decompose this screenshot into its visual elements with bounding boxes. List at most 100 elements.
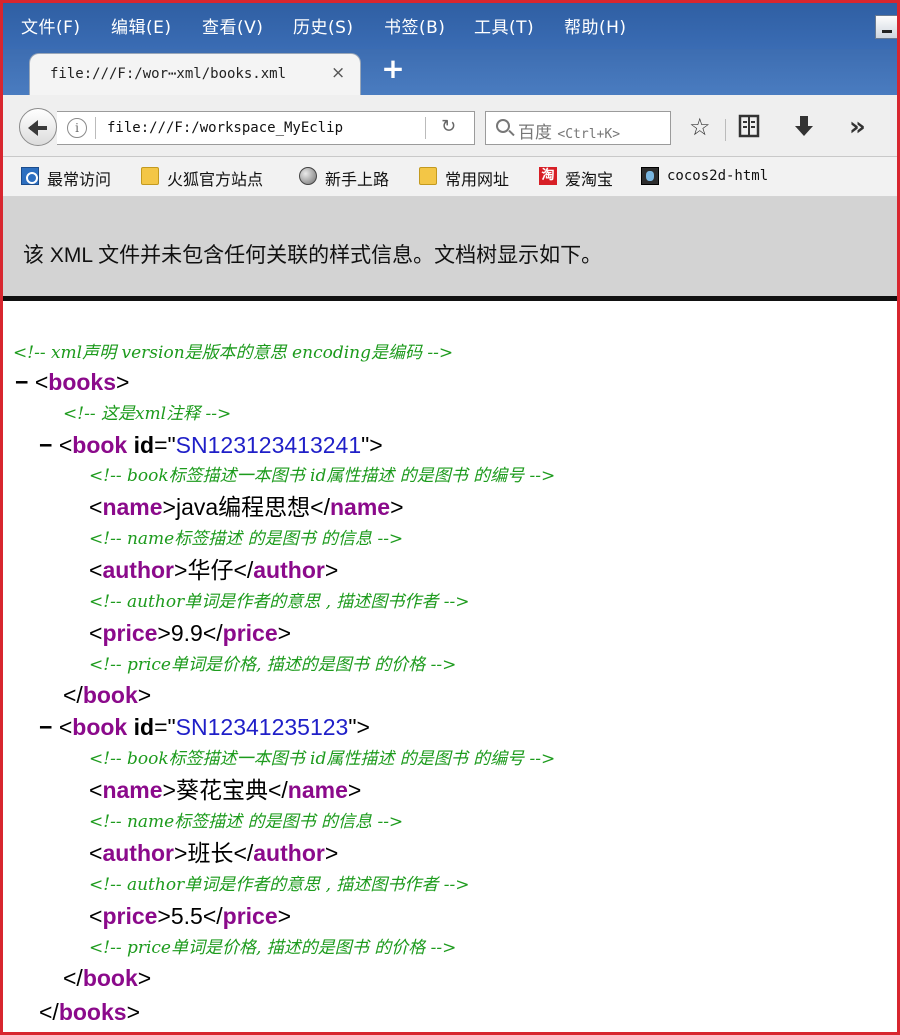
xml-comment: <!-- price单词是价格, 描述的是图书 的价格 --> — [89, 938, 457, 958]
xml-comment: <!-- name标签描述 的是图书 的信息 --> — [89, 529, 404, 549]
folder-icon — [141, 167, 159, 185]
attr-value: SN123123413241 — [175, 432, 362, 458]
folder-icon — [419, 167, 437, 185]
tag-name: price — [102, 620, 158, 646]
node-text: 9.9 — [170, 620, 203, 646]
search-icon — [496, 119, 510, 133]
search-shortcut: <Ctrl+K> — [557, 127, 621, 142]
tab-title: file:///F:/wor⋯xml/books.xml — [50, 66, 287, 82]
search-placeholder: 百度 <Ctrl+K> — [518, 118, 620, 143]
cocos-icon — [641, 167, 659, 185]
tag-name: author — [253, 557, 325, 583]
xml-node-books-open: − <books> — [15, 369, 130, 395]
info-icon[interactable]: i — [67, 118, 87, 138]
tab-books-xml[interactable]: file:///F:/wor⋯xml/books.xml × — [29, 53, 361, 95]
xml-comment: <!-- 这是xml注释 --> — [63, 404, 232, 424]
bookmark-most-visited[interactable]: 最常访问 — [47, 166, 111, 190]
node-text: 5.5 — [170, 903, 203, 929]
xml-node-books-close: </books> — [39, 999, 140, 1025]
bookmark-aitaobao[interactable]: 爱淘宝 — [565, 166, 613, 190]
url-separator — [425, 117, 426, 139]
search-input[interactable]: 百度 <Ctrl+K> — [485, 111, 671, 145]
tag-name: book — [72, 432, 128, 458]
bookmark-firefox-official[interactable]: 火狐官方站点 — [167, 166, 263, 190]
xml-node-name: <name>葵花宝典</name> — [89, 777, 362, 803]
menu-help[interactable]: 帮助(H) — [564, 13, 627, 38]
menu-history[interactable]: 历史(S) — [293, 13, 354, 38]
tag-name: book — [72, 714, 128, 740]
node-text: 班长 — [187, 840, 234, 866]
xml-node-book-close: </book> — [63, 965, 152, 991]
browser-window: 文件(F) 编辑(E) 查看(V) 历史(S) 书签(B) 工具(T) 帮助(H… — [0, 0, 900, 1035]
attr-name: id — [133, 432, 155, 458]
globe-icon — [299, 167, 317, 185]
url-bar[interactable]: i file:///F:/workspace_MyEclip ↻ — [57, 111, 475, 145]
xml-node-book-close: </book> — [63, 682, 152, 708]
tag-name: name — [102, 777, 163, 803]
tag-name: books — [58, 999, 127, 1025]
xml-tree: <!-- xml声明 version是版本的意思 encoding是编码 -->… — [3, 306, 897, 1032]
tag-name: book — [82, 682, 138, 708]
menu-bar: 文件(F) 编辑(E) 查看(V) 历史(S) 书签(B) 工具(T) 帮助(H… — [3, 3, 897, 49]
xml-comment: <!-- author单词是作者的意思 , 描述图书作者 --> — [89, 875, 470, 895]
most-visited-icon — [21, 167, 39, 185]
tag-name: price — [102, 903, 158, 929]
attr-name: id — [133, 714, 155, 740]
tag-name: name — [330, 494, 391, 520]
reload-icon[interactable]: ↻ — [441, 116, 456, 137]
bookmark-getting-started[interactable]: 新手上路 — [325, 166, 389, 190]
xml-node-name: <name>java编程思想</name> — [89, 494, 404, 520]
node-text: 华仔 — [187, 557, 234, 583]
menu-file[interactable]: 文件(F) — [21, 13, 81, 38]
tag-name: author — [253, 840, 325, 866]
tag-name: price — [222, 620, 278, 646]
banner-text: 该 XML 文件并未包含任何关联的样式信息。文档树显示如下。 — [23, 244, 603, 267]
star-icon[interactable]: ☆ — [689, 113, 711, 141]
url-separator — [95, 117, 96, 139]
tag-name: books — [48, 369, 116, 395]
overflow-icon[interactable]: » — [849, 113, 866, 141]
new-tab-button[interactable]: + — [379, 55, 407, 83]
minimize-button[interactable] — [875, 15, 897, 39]
menu-edit[interactable]: 编辑(E) — [111, 13, 172, 38]
xml-node-price: <price>9.9</price> — [89, 620, 292, 646]
xml-comment: <!-- author单词是作者的意思 , 描述图书作者 --> — [89, 592, 470, 612]
xml-node-book-open: − <book id="SN123123413241"> — [39, 432, 383, 458]
tag-name: author — [102, 557, 174, 583]
navigation-bar: i file:///F:/workspace_MyEclip ↻ 百度 <Ctr… — [3, 95, 897, 157]
node-text: 葵花宝典 — [175, 777, 268, 803]
tag-name: price — [222, 903, 278, 929]
url-text[interactable]: file:///F:/workspace_MyEclip — [107, 120, 343, 136]
collapse-toggle[interactable]: − — [39, 432, 52, 458]
toolbar-divider — [725, 119, 726, 141]
xml-node-author: <author>华仔</author> — [89, 557, 339, 583]
attr-value: SN12341235123 — [175, 714, 349, 740]
tag-name: name — [102, 494, 163, 520]
xml-comment: <!-- xml声明 version是版本的意思 encoding是编码 --> — [13, 343, 454, 363]
xml-comment: <!-- book标签描述一本图书 id属性描述 的是图书 的编号 --> — [89, 466, 556, 486]
search-engine-label: 百度 — [518, 123, 552, 143]
tag-name: name — [287, 777, 348, 803]
xml-node-price: <price>5.5</price> — [89, 903, 292, 929]
collapse-toggle[interactable]: − — [15, 369, 28, 395]
node-text: java编程思想 — [175, 494, 311, 520]
xml-node-author: <author>班长</author> — [89, 840, 339, 866]
xml-comment: <!-- price单词是价格, 描述的是图书 的价格 --> — [89, 655, 457, 675]
bookmark-common-sites[interactable]: 常用网址 — [445, 166, 509, 190]
xml-node-book-open: − <book id="SN12341235123"> — [39, 714, 370, 740]
menu-tools[interactable]: 工具(T) — [474, 13, 534, 38]
menu-view[interactable]: 查看(V) — [202, 13, 263, 38]
xml-comment: <!-- book标签描述一本图书 id属性描述 的是图书 的编号 --> — [89, 749, 556, 769]
taobao-icon: 淘 — [539, 167, 557, 185]
reading-list-icon[interactable] — [737, 113, 761, 145]
tag-name: author — [102, 840, 174, 866]
menu-bookmarks[interactable]: 书签(B) — [384, 13, 445, 38]
back-button[interactable] — [19, 108, 57, 146]
bookmark-cocos2d-html[interactable]: cocos2d-html — [667, 168, 768, 184]
xml-info-banner: 该 XML 文件并未包含任何关联的样式信息。文档树显示如下。 — [3, 197, 897, 301]
tab-strip: file:///F:/wor⋯xml/books.xml × + — [3, 49, 897, 95]
download-icon[interactable] — [793, 113, 815, 145]
bookmarks-toolbar: 最常访问 火狐官方站点 新手上路 常用网址 淘 爱淘宝 cocos2d-html — [3, 157, 897, 197]
collapse-toggle[interactable]: − — [39, 714, 52, 740]
close-icon[interactable]: × — [331, 63, 345, 83]
